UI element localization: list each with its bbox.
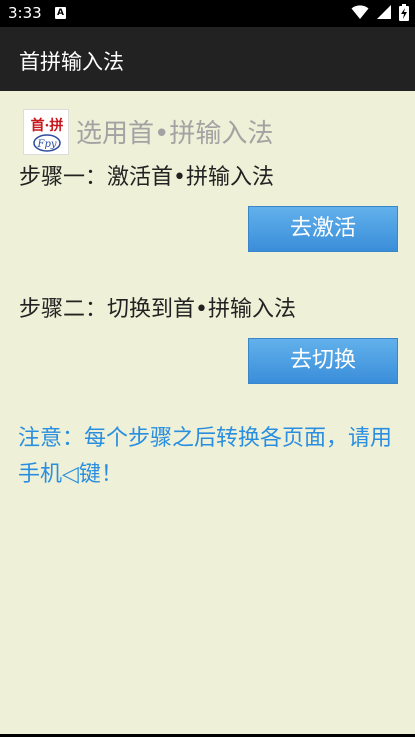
signal-icon (377, 5, 391, 19)
status-time: 3:33 (8, 4, 42, 22)
app-bar: 首拼输入法 (0, 27, 415, 91)
logo-icon: 首·拼 Fpy (24, 110, 68, 154)
battery-charging-icon (399, 4, 409, 21)
switch-button[interactable]: 去切换 (248, 338, 398, 384)
app-title: 首拼输入法 (19, 50, 124, 74)
status-icons (344, 4, 409, 23)
logo-bottom-text: Fpy (37, 139, 57, 150)
wifi-icon (351, 5, 369, 19)
logo-top-text: 首·拼 (31, 117, 64, 134)
main-content: 首·拼 Fpy 选用首•拼输入法 步骤一：激活首•拼输入法 去激活 步骤二：切换… (0, 91, 415, 737)
step2-label: 步骤二：切换到首•拼输入法 (19, 297, 296, 322)
activate-button[interactable]: 去激活 (248, 206, 398, 252)
status-bar: 3:33 A (0, 0, 415, 27)
page-heading: 选用首•拼输入法 (76, 119, 274, 149)
app-logo: 首·拼 Fpy (23, 109, 69, 155)
step1-label: 步骤一：激活首•拼输入法 (19, 165, 274, 190)
notification-icon: A (55, 7, 66, 19)
note-text: 注意：每个步骤之后转换各页面，请用手机◁键！ (18, 426, 393, 487)
